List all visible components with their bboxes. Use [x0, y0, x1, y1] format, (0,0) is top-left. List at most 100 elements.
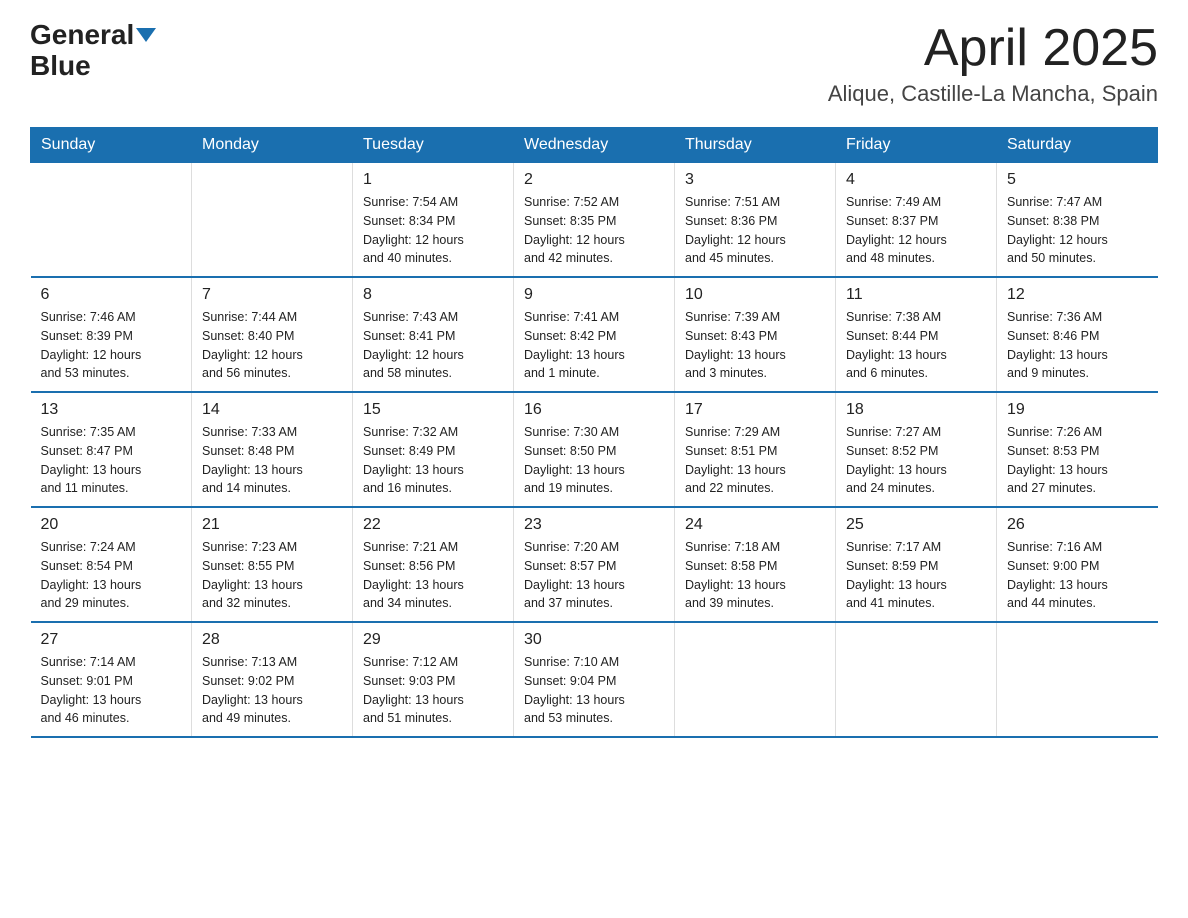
calendar-cell: 5Sunrise: 7:47 AMSunset: 8:38 PMDaylight… [997, 163, 1158, 278]
calendar-cell: 9 Sunrise: 7:41 AMSunset: 8:42 PMDaylight… [514, 277, 675, 392]
calendar-cell: 2 Sunrise: 7:52 AMSunset: 8:35 PMDaylight… [514, 163, 675, 278]
calendar-cell [675, 622, 836, 737]
calendar-cell: 12Sunrise: 7:36 AMSunset: 8:46 PMDayligh… [997, 277, 1158, 392]
day-info: Sunrise: 7:23 AMSunset: 8:55 PMDaylight:… [202, 538, 342, 613]
day-info: Sunrise: 7:32 AMSunset: 8:49 PMDaylight:… [363, 423, 503, 498]
weekday-header-saturday: Saturday [997, 128, 1158, 163]
day-info: Sunrise: 7:39 AMSunset: 8:43 PMDaylight:… [685, 308, 825, 383]
day-info: Sunrise: 7:38 AMSunset: 8:44 PMDaylight:… [846, 308, 986, 383]
day-info: Sunrise: 7:18 AMSunset: 8:58 PMDaylight:… [685, 538, 825, 613]
day-info: Sunrise: 7:17 AMSunset: 8:59 PMDaylight:… [846, 538, 986, 613]
month-title: April 2025 [828, 20, 1158, 77]
calendar-week-row: 27Sunrise: 7:14 AMSunset: 9:01 PMDayligh… [31, 622, 1158, 737]
day-info: Sunrise: 7:26 AMSunset: 8:53 PMDaylight:… [1007, 423, 1148, 498]
day-info: Sunrise: 7:52 AMSunset: 8:35 PMDaylight:… [524, 193, 664, 268]
calendar-cell [836, 622, 997, 737]
calendar-cell: 21Sunrise: 7:23 AMSunset: 8:55 PMDayligh… [192, 507, 353, 622]
day-number: 4 [846, 171, 986, 189]
calendar-cell [997, 622, 1158, 737]
calendar-cell: 4 Sunrise: 7:49 AMSunset: 8:37 PMDaylight… [836, 163, 997, 278]
day-info: Sunrise: 7:27 AMSunset: 8:52 PMDaylight:… [846, 423, 986, 498]
calendar-cell: 11 Sunrise: 7:38 AMSunset: 8:44 PMDayligh… [836, 277, 997, 392]
calendar-cell: 29Sunrise: 7:12 AMSunset: 9:03 PMDayligh… [353, 622, 514, 737]
day-info: Sunrise: 7:51 AMSunset: 8:36 PMDaylight:… [685, 193, 825, 268]
calendar-cell: 20 Sunrise: 7:24 AMSunset: 8:54 PMDayligh… [31, 507, 192, 622]
day-number: 11 [846, 286, 986, 304]
day-number: 19 [1007, 401, 1148, 419]
day-number: 13 [41, 401, 182, 419]
day-number: 6 [41, 286, 182, 304]
day-number: 8 [363, 286, 503, 304]
day-number: 28 [202, 631, 342, 649]
day-info: Sunrise: 7:20 AMSunset: 8:57 PMDaylight:… [524, 538, 664, 613]
day-info: Sunrise: 7:21 AMSunset: 8:56 PMDaylight:… [363, 538, 503, 613]
location-title: Alique, Castille-La Mancha, Spain [828, 81, 1158, 107]
day-number: 16 [524, 401, 664, 419]
day-number: 9 [524, 286, 664, 304]
calendar-cell: 26 Sunrise: 7:16 AMSunset: 9:00 PMDayligh… [997, 507, 1158, 622]
calendar-cell: 8 Sunrise: 7:43 AMSunset: 8:41 PMDaylight… [353, 277, 514, 392]
calendar-cell [31, 163, 192, 278]
day-number: 7 [202, 286, 342, 304]
day-number: 24 [685, 516, 825, 534]
calendar-week-row: 6Sunrise: 7:46 AMSunset: 8:39 PMDaylight… [31, 277, 1158, 392]
calendar-week-row: 13 Sunrise: 7:35 AMSunset: 8:47 PMDayligh… [31, 392, 1158, 507]
day-info: Sunrise: 7:44 AMSunset: 8:40 PMDaylight:… [202, 308, 342, 383]
day-number: 23 [524, 516, 664, 534]
day-number: 17 [685, 401, 825, 419]
calendar-cell: 1 Sunrise: 7:54 AMSunset: 8:34 PMDaylight… [353, 163, 514, 278]
calendar-cell [192, 163, 353, 278]
calendar-cell: 28 Sunrise: 7:13 AMSunset: 9:02 PMDayligh… [192, 622, 353, 737]
calendar-cell: 15 Sunrise: 7:32 AMSunset: 8:49 PMDayligh… [353, 392, 514, 507]
day-number: 18 [846, 401, 986, 419]
day-number: 1 [363, 171, 503, 189]
logo-arrow-icon [136, 28, 156, 42]
calendar-cell: 27Sunrise: 7:14 AMSunset: 9:01 PMDayligh… [31, 622, 192, 737]
calendar-cell: 13 Sunrise: 7:35 AMSunset: 8:47 PMDayligh… [31, 392, 192, 507]
calendar-cell: 30Sunrise: 7:10 AMSunset: 9:04 PMDayligh… [514, 622, 675, 737]
calendar-cell: 19 Sunrise: 7:26 AMSunset: 8:53 PMDayligh… [997, 392, 1158, 507]
day-number: 2 [524, 171, 664, 189]
day-number: 27 [41, 631, 182, 649]
weekday-header-wednesday: Wednesday [514, 128, 675, 163]
calendar-cell: 17Sunrise: 7:29 AMSunset: 8:51 PMDayligh… [675, 392, 836, 507]
day-info: Sunrise: 7:54 AMSunset: 8:34 PMDaylight:… [363, 193, 503, 268]
logo-blue: Blue [30, 51, 91, 82]
calendar-cell: 10 Sunrise: 7:39 AMSunset: 8:43 PMDayligh… [675, 277, 836, 392]
day-number: 15 [363, 401, 503, 419]
logo-general: General [30, 20, 134, 51]
day-info: Sunrise: 7:12 AMSunset: 9:03 PMDaylight:… [363, 653, 503, 728]
day-info: Sunrise: 7:33 AMSunset: 8:48 PMDaylight:… [202, 423, 342, 498]
calendar-cell: 18 Sunrise: 7:27 AMSunset: 8:52 PMDayligh… [836, 392, 997, 507]
weekday-header-tuesday: Tuesday [353, 128, 514, 163]
day-info: Sunrise: 7:13 AMSunset: 9:02 PMDaylight:… [202, 653, 342, 728]
day-number: 20 [41, 516, 182, 534]
day-number: 3 [685, 171, 825, 189]
calendar-week-row: 1 Sunrise: 7:54 AMSunset: 8:34 PMDaylight… [31, 163, 1158, 278]
day-info: Sunrise: 7:49 AMSunset: 8:37 PMDaylight:… [846, 193, 986, 268]
calendar-cell: 16Sunrise: 7:30 AMSunset: 8:50 PMDayligh… [514, 392, 675, 507]
day-number: 26 [1007, 516, 1148, 534]
day-info: Sunrise: 7:47 AMSunset: 8:38 PMDaylight:… [1007, 193, 1148, 268]
day-info: Sunrise: 7:43 AMSunset: 8:41 PMDaylight:… [363, 308, 503, 383]
calendar-cell: 23 Sunrise: 7:20 AMSunset: 8:57 PMDayligh… [514, 507, 675, 622]
day-info: Sunrise: 7:24 AMSunset: 8:54 PMDaylight:… [41, 538, 182, 613]
day-number: 25 [846, 516, 986, 534]
logo: General Blue [30, 20, 156, 82]
weekday-header-row: SundayMondayTuesdayWednesdayThursdayFrid… [31, 128, 1158, 163]
day-number: 10 [685, 286, 825, 304]
weekday-header-monday: Monday [192, 128, 353, 163]
day-info: Sunrise: 7:16 AMSunset: 9:00 PMDaylight:… [1007, 538, 1148, 613]
calendar-cell: 22Sunrise: 7:21 AMSunset: 8:56 PMDayligh… [353, 507, 514, 622]
calendar-table: SundayMondayTuesdayWednesdayThursdayFrid… [30, 127, 1158, 738]
weekday-header-sunday: Sunday [31, 128, 192, 163]
day-number: 30 [524, 631, 664, 649]
page-header: General Blue April 2025 Alique, Castille… [30, 20, 1158, 107]
title-block: April 2025 Alique, Castille-La Mancha, S… [828, 20, 1158, 107]
calendar-cell: 3 Sunrise: 7:51 AMSunset: 8:36 PMDaylight… [675, 163, 836, 278]
day-info: Sunrise: 7:36 AMSunset: 8:46 PMDaylight:… [1007, 308, 1148, 383]
day-info: Sunrise: 7:35 AMSunset: 8:47 PMDaylight:… [41, 423, 182, 498]
day-info: Sunrise: 7:41 AMSunset: 8:42 PMDaylight:… [524, 308, 664, 383]
calendar-cell: 14Sunrise: 7:33 AMSunset: 8:48 PMDayligh… [192, 392, 353, 507]
calendar-cell: 24 Sunrise: 7:18 AMSunset: 8:58 PMDayligh… [675, 507, 836, 622]
